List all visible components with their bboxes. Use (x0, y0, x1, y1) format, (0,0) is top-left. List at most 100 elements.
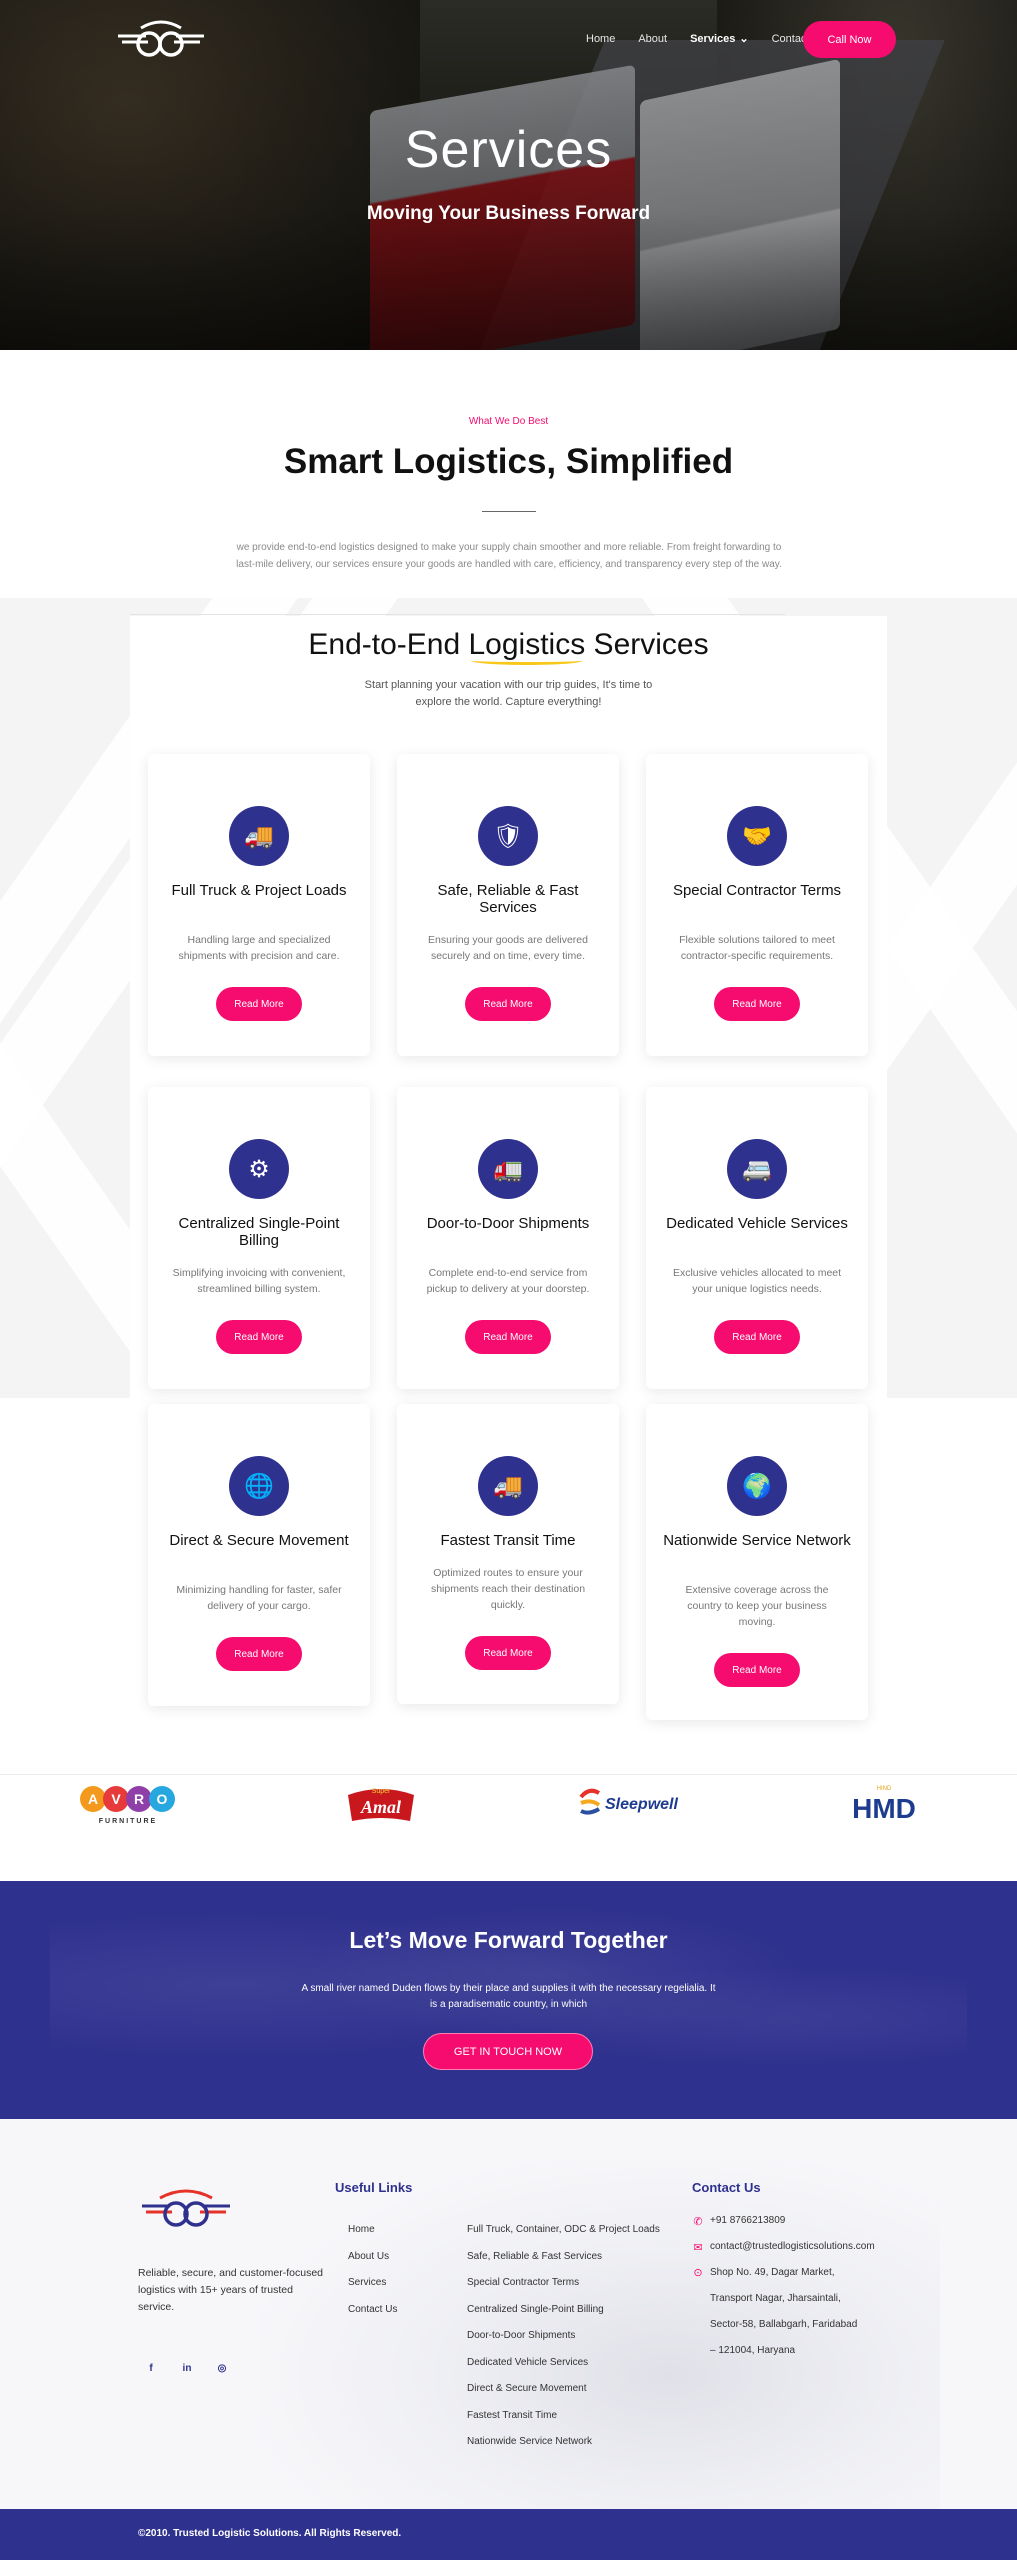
avro-logo-icon: A V R O FURNITURE (80, 1786, 175, 1825)
read-more-button[interactable]: Read More (216, 1637, 302, 1671)
location-pin-icon: ⊙ (693, 2266, 703, 2279)
service-card-desc: Flexible solutions tailored to meet cont… (679, 934, 835, 962)
service-card-title: Special Contractor Terms (672, 882, 842, 899)
section-eyebrow: What We Do Best (468, 416, 549, 427)
svg-text:FURNITURE: FURNITURE (99, 1818, 157, 1825)
service-card: 🌐 Direct & Secure Movement Minimizing ha… (148, 1404, 370, 1706)
truck-cargo-icon: 🚚 (229, 806, 289, 866)
service-card: 🌍 Nationwide Service Network Extensive c… (646, 1404, 868, 1720)
service-card: ⚙ Centralized Single-Point Billing Simpl… (148, 1087, 370, 1389)
title-divider (482, 511, 536, 512)
footer-service-link[interactable]: Dedicated Vehicle Services (467, 2357, 588, 2368)
chevron-down-icon: ⌄ (739, 33, 749, 45)
svg-text:HMD: HMD (852, 1793, 916, 1824)
nav-about-label: About (638, 32, 668, 45)
read-more-button[interactable]: Read More (465, 1320, 551, 1354)
brand-logo-amal: Super Amal (344, 1781, 418, 1825)
nav-about[interactable]: About (638, 32, 667, 45)
service-card-title: Dedicated Vehicle Services (666, 1215, 848, 1232)
copyright-text: ©2010. Trusted Logistic Solutions. All R… (138, 2528, 402, 2539)
shield-check-icon: 🛡 (478, 806, 538, 866)
footer-service-link[interactable]: Centralized Single-Point Billing (467, 2304, 604, 2315)
service-card-title: Fastest Transit Time (440, 1532, 576, 1549)
service-card-desc: Ensuring your goods are delivered secure… (428, 934, 588, 962)
fast-truck-icon: 🚚 (478, 1456, 538, 1516)
svg-text:Super: Super (372, 1788, 391, 1795)
useful-links-heading: Useful Links (335, 2180, 413, 2195)
footer-service-link[interactable]: Fastest Transit Time (467, 2410, 557, 2421)
contact-phone[interactable]: +91 8766213809 (710, 2208, 785, 2234)
delivery-truck-icon: 🚛 (478, 1139, 538, 1199)
page: Home About Services ⌄ Contact Call Now Se… (0, 0, 1017, 2560)
address-line: Shop No. 49, Dagar Market, (710, 2267, 835, 2278)
globe-network-icon: 🌍 (727, 1456, 787, 1516)
svg-text:V: V (111, 1791, 121, 1807)
service-card: 🛡 Safe, Reliable & Fast Services Ensurin… (397, 754, 619, 1056)
footer-service-link[interactable]: Direct & Secure Movement (467, 2383, 587, 2394)
svg-text:R: R (134, 1791, 144, 1807)
read-more-button[interactable]: Read More (714, 1320, 800, 1354)
phone-icon: ✆ (693, 2215, 703, 2228)
service-card-desc: Exclusive vehicles allocated to meet you… (672, 1267, 842, 1295)
service-card-desc: Minimizing handling for faster, safer de… (176, 1584, 342, 1612)
service-card-desc: Optimized routes to ensure your shipment… (430, 1567, 586, 1611)
service-card-desc: Simplifying invoicing with convenient, s… (172, 1267, 346, 1295)
footer-link-contact[interactable]: Contact Us (348, 2304, 397, 2315)
nav-services-label: Services (690, 32, 736, 45)
services-intro-text: Start planning your vacation with our tr… (364, 679, 653, 708)
service-card-title: Centralized Single-Point Billing (178, 1215, 340, 1249)
read-more-button[interactable]: Read More (714, 1653, 800, 1687)
footer-tagline: Reliable, secure, and customer-focused l… (138, 2267, 324, 2313)
cta-title: Let’s Move Forward Together (349, 1927, 668, 1953)
services-heading: End-to-End Logistics Services (0, 628, 1017, 665)
brand-logo[interactable] (116, 14, 206, 64)
hmd-logo-icon: HIND HMD (852, 1786, 916, 1824)
brand-logo-sleepwell: Sleepwell (577, 1781, 689, 1825)
top-nav: Home About Services ⌄ Contact Call Now (0, 0, 1017, 80)
footer-logo[interactable] (140, 2182, 232, 2234)
services-heading-highlight: Logistics (468, 628, 586, 665)
sleepwell-logo-icon: Sleepwell (579, 1788, 678, 1815)
nav-services[interactable]: Services ⌄ (690, 32, 749, 46)
footer-service-link[interactable]: Door-to-Door Shipments (467, 2330, 575, 2341)
section-description: we provide end-to-end logistics designed… (236, 542, 782, 570)
instagram-icon[interactable]: ◎ (214, 2360, 230, 2376)
contact-email[interactable]: contact@trustedlogisticsolutions.com (710, 2234, 875, 2260)
service-card-desc: Complete end-to-end service from pickup … (426, 1267, 590, 1295)
footer-link-home[interactable]: Home (348, 2224, 375, 2235)
facebook-icon[interactable]: f (143, 2360, 159, 2376)
brand-logo-avro: A V R O FURNITURE (78, 1781, 188, 1825)
footer-service-link[interactable]: Safe, Reliable & Fast Services (467, 2251, 602, 2262)
get-in-touch-button[interactable]: GET IN TOUCH NOW (423, 2033, 593, 2070)
hero-title: Services (404, 121, 613, 179)
linkedin-icon[interactable]: in (179, 2360, 195, 2376)
service-card-title: Full Truck & Project Loads (171, 882, 347, 899)
svg-text:HIND: HIND (877, 1786, 892, 1792)
footer-link-about[interactable]: About Us (348, 2251, 389, 2262)
service-card-desc: Handling large and specialized shipments… (178, 934, 340, 962)
service-card-title: Direct & Secure Movement (169, 1532, 349, 1549)
svg-text:A: A (88, 1791, 98, 1807)
read-more-button[interactable]: Read More (714, 987, 800, 1021)
footer-service-link[interactable]: Nationwide Service Network (467, 2436, 592, 2447)
service-card: 🚚 Fastest Transit Time Optimized routes … (397, 1404, 619, 1704)
read-more-button[interactable]: Read More (465, 987, 551, 1021)
contact-heading: Contact Us (692, 2180, 761, 2195)
read-more-button[interactable]: Read More (216, 987, 302, 1021)
pattern-divider (130, 614, 785, 615)
mail-icon: ✉ (693, 2241, 703, 2254)
call-now-button[interactable]: Call Now (803, 21, 896, 58)
svg-text:O: O (157, 1791, 168, 1807)
footer-link-services[interactable]: Services (348, 2277, 386, 2288)
nav-home[interactable]: Home (586, 32, 615, 45)
service-card-title: Safe, Reliable & Fast Services (437, 882, 579, 916)
svg-text:Sleepwell: Sleepwell (605, 1796, 678, 1813)
read-more-button[interactable]: Read More (465, 1636, 551, 1670)
footer-service-link[interactable]: Full Truck, Container, ODC & Project Loa… (467, 2224, 660, 2235)
services-heading-post: Services (585, 628, 709, 661)
footer-service-link[interactable]: Special Contractor Terms (467, 2277, 579, 2288)
brands-divider (0, 1774, 1017, 1775)
read-more-button[interactable]: Read More (216, 1320, 302, 1354)
service-card: 🚐 Dedicated Vehicle Services Exclusive v… (646, 1087, 868, 1389)
cta-text: A small river named Duden flows by their… (301, 1983, 716, 2010)
